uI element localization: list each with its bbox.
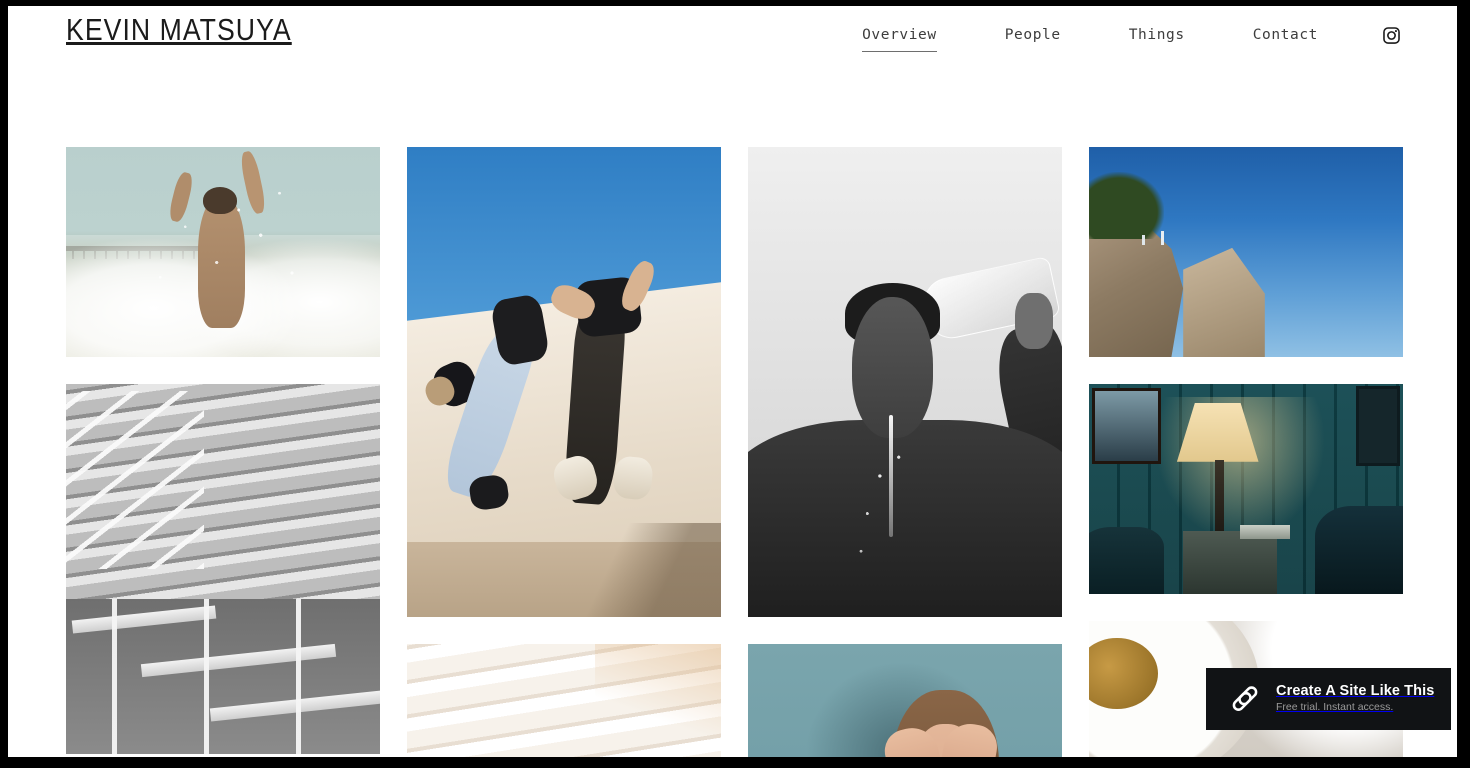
nav-item-overview[interactable]: Overview xyxy=(862,23,937,52)
nav-item-people[interactable]: People xyxy=(1005,23,1061,47)
bleachers-artwork xyxy=(66,384,380,754)
site-title[interactable]: KEVIN MATSUYA xyxy=(66,12,292,48)
beach-splash-artwork xyxy=(66,147,380,357)
nav-item-contact[interactable]: Contact xyxy=(1253,23,1318,47)
wall-climbers-artwork xyxy=(407,147,721,617)
instagram-icon xyxy=(1383,26,1400,44)
laughing-woman-photo[interactable] xyxy=(748,644,1062,757)
gallery-column-1 xyxy=(66,147,380,757)
badge-subtitle: Free trial. Instant access. xyxy=(1276,701,1394,714)
travertine-steps-photo[interactable] xyxy=(407,644,721,757)
wall-climbers-photo[interactable] xyxy=(407,147,721,617)
cliff-artwork xyxy=(1089,147,1403,357)
image-gallery xyxy=(66,147,1403,757)
squarespace-logo-icon xyxy=(1232,686,1258,711)
site-header: KEVIN MATSUYA Overview People Things Con… xyxy=(8,6,1457,64)
create-site-badge[interactable]: Create A Site Like This Free trial. Inst… xyxy=(1206,668,1451,730)
lamp-room-photo[interactable] xyxy=(1089,384,1403,594)
water-portrait-photo[interactable] xyxy=(748,147,1062,617)
site-frame: KEVIN MATSUYA Overview People Things Con… xyxy=(8,6,1457,757)
gallery-column-2 xyxy=(407,147,721,757)
gallery-column-4 xyxy=(1089,147,1403,757)
instagram-link[interactable] xyxy=(1382,26,1401,45)
bleachers-photo[interactable] xyxy=(66,384,380,754)
badge-title: Create A Site Like This xyxy=(1276,683,1435,700)
primary-navigation: Overview People Things Contact xyxy=(828,6,1401,64)
nav-item-things[interactable]: Things xyxy=(1129,23,1185,47)
badge-text: Create A Site Like This Free trial. Inst… xyxy=(1276,682,1434,716)
cliff-photo[interactable] xyxy=(1089,147,1403,357)
laughing-woman-artwork xyxy=(748,644,1062,757)
beach-splash-photo[interactable] xyxy=(66,147,380,357)
water-portrait-artwork xyxy=(748,147,1062,617)
gallery-column-3 xyxy=(748,147,1062,757)
travertine-steps-artwork xyxy=(407,644,721,757)
lamp-room-artwork xyxy=(1089,384,1403,594)
